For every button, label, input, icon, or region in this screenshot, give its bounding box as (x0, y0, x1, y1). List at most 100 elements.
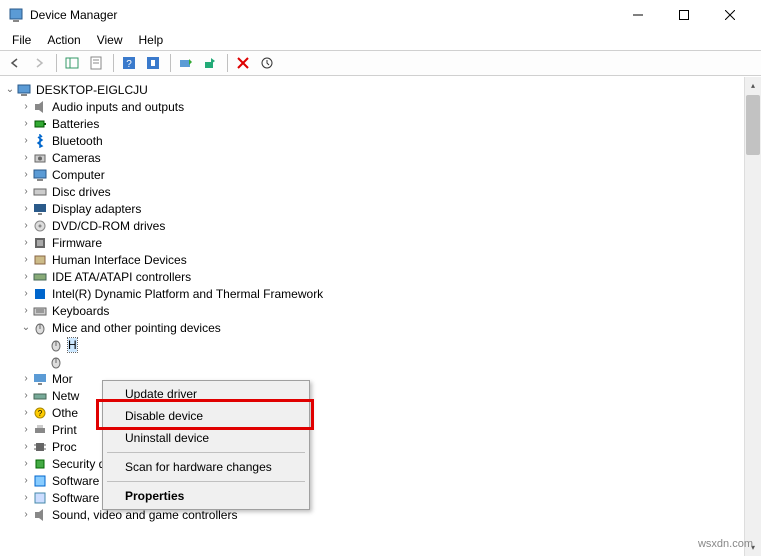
security-icon (32, 456, 48, 472)
expand-icon[interactable]: › (20, 169, 32, 180)
category-row[interactable]: ›IDE ATA/ATAPI controllers (0, 268, 740, 285)
context-menu-item[interactable]: Scan for hardware changes (105, 456, 307, 478)
mouse-icon (48, 354, 64, 370)
monitor-icon (32, 371, 48, 387)
help-button[interactable]: ? (118, 52, 140, 74)
vertical-scrollbar[interactable]: ▴ ▾ (744, 77, 761, 556)
category-mice[interactable]: ⌄ Mice and other pointing devices (0, 319, 740, 336)
category-row[interactable]: ›Audio inputs and outputs (0, 98, 740, 115)
root-label: DESKTOP-EIGLCJU (36, 83, 148, 97)
category-label: Intel(R) Dynamic Platform and Thermal Fr… (52, 287, 323, 301)
expand-icon[interactable]: › (20, 186, 32, 197)
category-label: Print (52, 423, 77, 437)
window-title: Device Manager (30, 8, 615, 22)
update-driver-button[interactable] (256, 52, 278, 74)
properties-button[interactable] (85, 52, 107, 74)
expand-icon[interactable]: › (20, 288, 32, 299)
category-row[interactable]: › Disc drives (0, 183, 740, 200)
context-menu-item[interactable]: Uninstall device (105, 427, 307, 449)
expand-icon[interactable]: › (20, 118, 32, 129)
action-button[interactable] (142, 52, 164, 74)
expand-icon[interactable]: › (20, 390, 32, 401)
category-row[interactable]: ›DVD/CD-ROM drives (0, 217, 740, 234)
menu-separator (107, 481, 305, 482)
toolbar: ? (0, 50, 761, 76)
uninstall-button[interactable] (232, 52, 254, 74)
scan-button[interactable] (175, 52, 197, 74)
show-hide-tree-button[interactable] (61, 52, 83, 74)
category-label: Computer (52, 168, 105, 182)
expand-icon[interactable]: › (20, 101, 32, 112)
menu-help[interactable]: Help (131, 31, 172, 49)
collapse-icon[interactable]: ⌄ (20, 322, 32, 333)
category-label: Cameras (52, 151, 101, 165)
expand-icon[interactable]: › (20, 254, 32, 265)
category-label: Mor (52, 372, 73, 386)
device-row[interactable]: H (0, 336, 740, 353)
context-menu-item[interactable]: Properties (105, 485, 307, 507)
sound-icon (32, 507, 48, 523)
context-menu-item[interactable]: Disable device (105, 405, 307, 427)
minimize-button[interactable] (615, 0, 661, 30)
expand-icon[interactable]: › (20, 271, 32, 282)
menu-view[interactable]: View (89, 31, 131, 49)
device-row[interactable] (0, 353, 740, 370)
device-label: H (68, 338, 77, 352)
firmware-icon (32, 235, 48, 251)
expand-icon[interactable]: › (20, 441, 32, 452)
keyboard-icon (32, 303, 48, 319)
category-row[interactable]: ›Firmware (0, 234, 740, 251)
expand-icon[interactable]: › (20, 305, 32, 316)
category-row[interactable]: › Human Interface Devices (0, 251, 740, 268)
collapse-icon[interactable]: ⌄ (4, 84, 16, 95)
category-row[interactable]: › Intel(R) Dynamic Platform and Thermal F… (0, 285, 740, 302)
category-label: Disc drives (52, 185, 111, 199)
context-menu-item[interactable]: Update driver (105, 383, 307, 405)
expand-icon[interactable]: › (20, 407, 32, 418)
expand-icon[interactable]: › (20, 424, 32, 435)
toolbar-separator (227, 54, 228, 72)
scroll-thumb[interactable] (746, 95, 760, 155)
expand-icon[interactable]: › (20, 492, 32, 503)
category-row[interactable]: › Computer (0, 166, 740, 183)
toolbar-separator (56, 54, 57, 72)
menu-separator (107, 452, 305, 453)
category-row[interactable]: ›Batteries (0, 115, 740, 132)
dvd-icon (32, 218, 48, 234)
computer-icon (16, 82, 32, 98)
display-icon (32, 201, 48, 217)
cpu-icon (32, 439, 48, 455)
expand-icon[interactable]: › (20, 220, 32, 231)
expand-icon[interactable]: › (20, 152, 32, 163)
category-row[interactable]: › Bluetooth (0, 132, 740, 149)
scroll-up-button[interactable]: ▴ (745, 77, 761, 94)
menu-file[interactable]: File (4, 31, 39, 49)
category-label: Human Interface Devices (52, 253, 187, 267)
mouse-icon (48, 337, 64, 353)
category-label: Proc (52, 440, 77, 454)
category-row[interactable]: › Cameras (0, 149, 740, 166)
back-button[interactable] (4, 52, 26, 74)
expand-icon[interactable]: › (20, 237, 32, 248)
expand-icon[interactable]: › (20, 509, 32, 520)
maximize-button[interactable] (661, 0, 707, 30)
audio-icon (32, 99, 48, 115)
category-label: Display adapters (52, 202, 141, 216)
category-label: Mice and other pointing devices (52, 321, 221, 335)
expand-icon[interactable]: › (20, 458, 32, 469)
expand-icon[interactable]: › (20, 475, 32, 486)
category-row[interactable]: ›Keyboards (0, 302, 740, 319)
category-label: Bluetooth (52, 134, 103, 148)
root-node[interactable]: ⌄ DESKTOP-EIGLCJU (0, 81, 740, 98)
category-row[interactable]: › Display adapters (0, 200, 740, 217)
titlebar: Device Manager (0, 0, 761, 30)
forward-button[interactable] (28, 52, 50, 74)
mouse-icon (32, 320, 48, 336)
expand-icon[interactable]: › (20, 135, 32, 146)
close-button[interactable] (707, 0, 753, 30)
battery-icon (32, 116, 48, 132)
expand-icon[interactable]: › (20, 373, 32, 384)
expand-icon[interactable]: › (20, 203, 32, 214)
menu-action[interactable]: Action (39, 31, 88, 49)
add-hardware-button[interactable] (199, 52, 221, 74)
